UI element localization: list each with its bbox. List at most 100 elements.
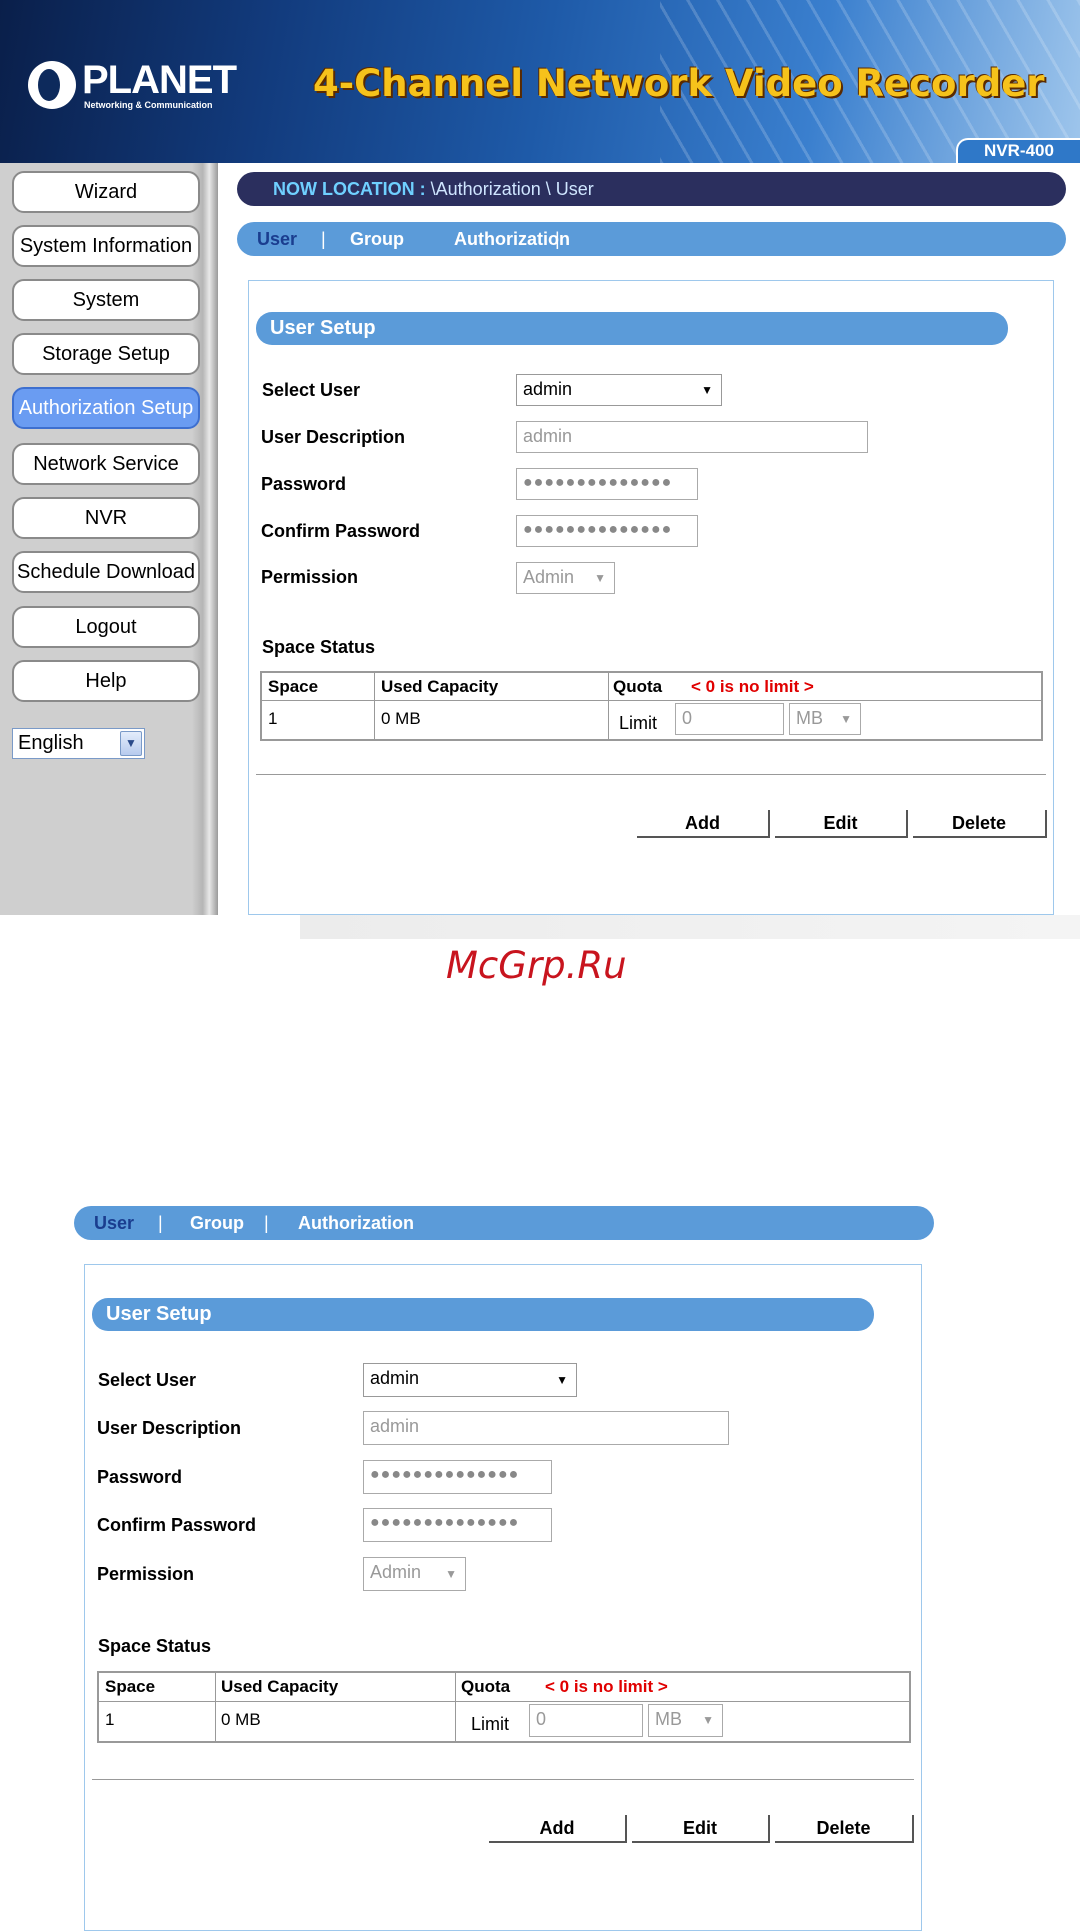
used-capacity-value: 0 MB [381, 709, 421, 728]
confirm-password-label: Confirm Password [97, 1515, 257, 1535]
space-status-title: Space Status [262, 637, 376, 657]
sidebar-item-schedule-download[interactable]: Schedule Download [12, 551, 200, 593]
space-status-title: Space Status [98, 1636, 212, 1656]
section-header: User Setup [92, 1298, 874, 1331]
edit-button[interactable]: Edit [632, 1815, 770, 1843]
sidebar-item-help[interactable]: Help [12, 660, 200, 702]
planet-logo: PLANET Networking & Communication [28, 58, 237, 110]
password-label: Password [261, 474, 347, 494]
confirm-password-input[interactable]: ●●●●●●●●●●●●●● [363, 1508, 552, 1542]
sidebar: Wizard System Information System Storage… [0, 163, 218, 915]
permission-label: Permission [97, 1564, 195, 1584]
tab-user[interactable]: User [94, 1206, 134, 1240]
sidebar-item-system-information[interactable]: System Information [12, 225, 200, 267]
used-capacity-value: 0 MB [221, 1710, 261, 1729]
language-select[interactable]: English ▼ [12, 728, 145, 759]
sidebar-item-authorization-setup[interactable]: Authorization Setup [12, 387, 200, 429]
limit-input[interactable]: 0 [675, 703, 784, 735]
language-value: English [18, 732, 84, 754]
location-path: \Authorization \ User [430, 179, 594, 199]
sidebar-item-network-service[interactable]: Network Service [12, 443, 200, 485]
watermark: McGrp.Ru [446, 944, 627, 987]
planet-logo-icon [28, 61, 76, 109]
permission-value: Admin [523, 567, 575, 587]
tab-group[interactable]: Group [350, 222, 404, 256]
limit-unit-dropdown[interactable]: MB ▼ [648, 1704, 723, 1737]
permission-dropdown[interactable]: Admin ▼ [363, 1557, 466, 1591]
select-user-label: Select User [262, 380, 361, 400]
password-label: Password [97, 1467, 183, 1487]
header-banner: PLANET Networking & Communication 4-Chan… [0, 0, 1080, 163]
confirm-password-label: Confirm Password [261, 521, 421, 541]
user-description-input[interactable]: admin [516, 421, 868, 453]
sidebar-item-logout[interactable]: Logout [12, 606, 200, 648]
space-header: Space [268, 677, 319, 696]
limit-label: Limit [619, 713, 658, 733]
permission-label: Permission [261, 567, 359, 587]
chevron-down-icon: ▼ [594, 571, 606, 585]
user-description-label: User Description [97, 1418, 242, 1438]
space-status-table: Space Used Capacity Quota < 0 is no limi… [97, 1671, 911, 1743]
brand-name: PLANET [82, 58, 237, 102]
tab-bar: User | Group | Authorization [237, 222, 1066, 256]
sidebar-item-system[interactable]: System [12, 279, 200, 321]
chevron-down-icon: ▼ [840, 712, 852, 726]
permission-dropdown[interactable]: Admin ▼ [516, 562, 615, 594]
scroll-strip [300, 915, 1080, 939]
confirm-password-input[interactable]: ●●●●●●●●●●●●●● [516, 515, 698, 547]
delete-button[interactable]: Delete [913, 810, 1047, 838]
space-status-table: Space Used Capacity Quota < 0 is no limi… [260, 671, 1043, 741]
sidebar-item-nvr[interactable]: NVR [12, 497, 200, 539]
delete-button[interactable]: Delete [775, 1815, 914, 1843]
space-value: 1 [105, 1710, 115, 1729]
limit-input[interactable]: 0 [529, 1704, 643, 1737]
tab-authorization[interactable]: Authorization [454, 222, 570, 256]
limit-unit-value: MB [655, 1709, 682, 1729]
limit-label: Limit [471, 1714, 510, 1734]
tab-bar-zoom: User | Group | Authorization [74, 1206, 934, 1240]
divider [256, 774, 1046, 775]
divider [92, 1779, 914, 1780]
add-button[interactable]: Add [637, 810, 770, 838]
quota-note: < 0 is no limit > [691, 677, 814, 696]
space-value: 1 [268, 709, 278, 728]
tab-group[interactable]: Group [190, 1206, 244, 1240]
select-user-dropdown[interactable]: admin ▼ [516, 374, 722, 406]
user-description-input[interactable]: admin [363, 1411, 729, 1445]
model-badge: NVR-400 [956, 138, 1080, 163]
tab-separator: | [264, 1213, 269, 1233]
quota-note: < 0 is no limit > [545, 1677, 668, 1696]
quota-header: Quota [461, 1677, 511, 1696]
select-user-value: admin [370, 1368, 420, 1388]
quota-header: Quota [613, 677, 663, 696]
sidebar-item-storage-setup[interactable]: Storage Setup [12, 333, 200, 375]
section-header: User Setup [256, 312, 1008, 345]
edit-button[interactable]: Edit [775, 810, 908, 838]
select-user-value: admin [523, 379, 573, 399]
user-description-label: User Description [261, 427, 406, 447]
add-button[interactable]: Add [489, 1815, 627, 1843]
limit-unit-dropdown[interactable]: MB ▼ [789, 703, 861, 735]
tab-separator: | [158, 1213, 163, 1233]
location-bar: NOW LOCATION : \Authorization \ User [237, 172, 1066, 206]
tab-user[interactable]: User [257, 222, 297, 256]
product-title: 4-Channel Network Video Recorder [313, 62, 1045, 105]
tab-separator: | [321, 229, 326, 249]
used-capacity-header: Used Capacity [221, 1677, 339, 1696]
select-user-dropdown[interactable]: admin ▼ [363, 1363, 577, 1397]
space-header: Space [105, 1677, 156, 1696]
chevron-down-icon: ▼ [701, 383, 713, 397]
used-capacity-header: Used Capacity [381, 677, 499, 696]
sidebar-item-wizard[interactable]: Wizard [12, 171, 200, 213]
chevron-down-icon[interactable]: ▼ [120, 731, 142, 756]
location-label: NOW LOCATION : [273, 179, 426, 199]
chevron-down-icon: ▼ [556, 1373, 568, 1387]
select-user-label: Select User [98, 1370, 197, 1390]
tab-authorization[interactable]: Authorization [298, 1206, 414, 1240]
limit-unit-value: MB [796, 708, 823, 728]
password-input[interactable]: ●●●●●●●●●●●●●● [516, 468, 698, 500]
permission-value: Admin [370, 1562, 422, 1582]
password-input[interactable]: ●●●●●●●●●●●●●● [363, 1460, 552, 1494]
chevron-down-icon: ▼ [702, 1713, 714, 1727]
chevron-down-icon: ▼ [445, 1567, 457, 1581]
